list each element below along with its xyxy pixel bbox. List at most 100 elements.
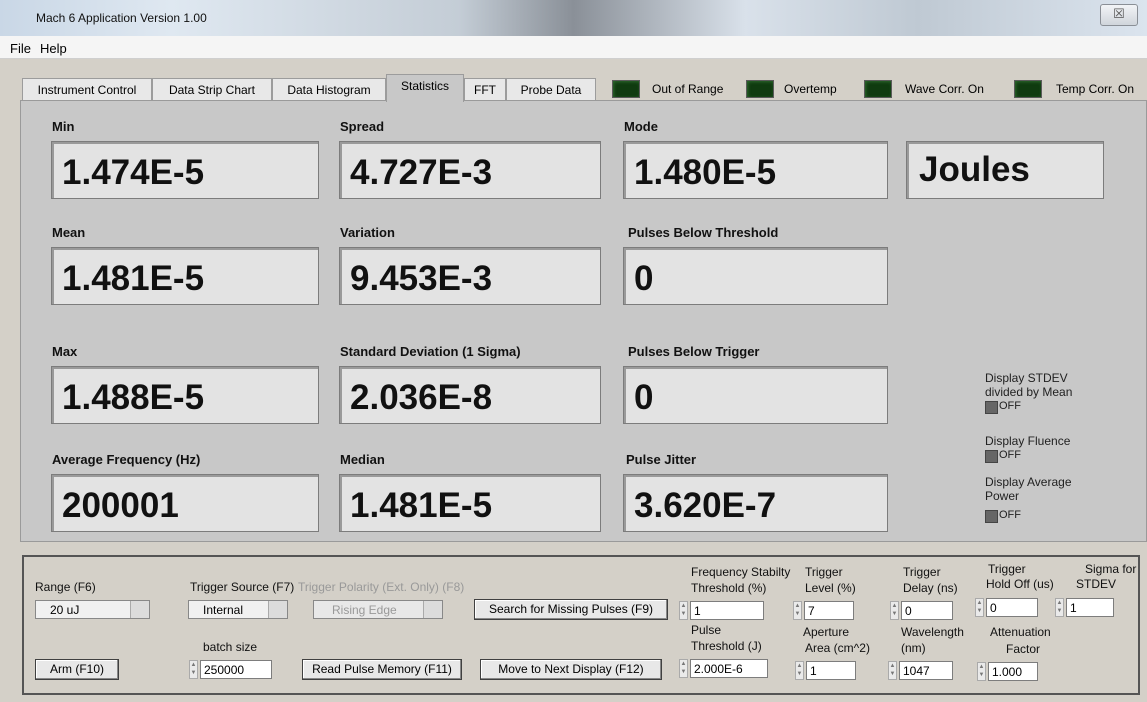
range-value: 20 uJ (50, 603, 80, 617)
tab-fft[interactable]: FFT (464, 78, 506, 101)
wave-corr-label: Wave Corr. On (905, 82, 984, 96)
aperture-area-spinner[interactable]: ▲ ▼ (795, 661, 804, 680)
max-value: 1.488E-5 (51, 366, 319, 424)
wavelength-label1: Wavelength (901, 625, 964, 639)
freq-stability-spinner[interactable]: ▲ ▼ (679, 601, 688, 620)
freq-stability-label1: Frequency Stabilty (691, 565, 791, 579)
menu-file[interactable]: File (10, 41, 31, 56)
trigger-holdoff-input[interactable]: 0 (986, 598, 1038, 617)
trigger-level-spinner[interactable]: ▲ ▼ (793, 601, 802, 620)
tab-data-histogram[interactable]: Data Histogram (272, 78, 386, 101)
trigger-level-label1: Trigger (805, 565, 843, 579)
pulses-below-threshold-label: Pulses Below Threshold (628, 225, 779, 240)
avg-frequency-value: 200001 (51, 474, 319, 532)
attenuation-spinner[interactable]: ▲ ▼ (977, 662, 986, 681)
pulse-threshold-label1: Pulse (691, 623, 722, 637)
read-pulse-memory-button[interactable]: Read Pulse Memory (F11) (302, 659, 462, 680)
sigma-input[interactable]: 1 (1066, 598, 1114, 617)
sigma-label1: Sigma for (1085, 562, 1137, 576)
stdev-mean-label2: divided by Mean (985, 385, 1073, 399)
min-value: 1.474E-5 (51, 141, 319, 199)
fluence-label: Display Fluence (985, 434, 1071, 448)
mean-value: 1.481E-5 (51, 247, 319, 305)
range-label: Range (F6) (35, 580, 96, 594)
tab-instrument-control[interactable]: Instrument Control (22, 78, 152, 101)
range-select[interactable]: 20 uJ (35, 600, 150, 619)
trigger-source-select[interactable]: Internal (188, 600, 288, 619)
trigger-delay-spinner[interactable]: ▲ ▼ (890, 601, 899, 620)
avg-power-toggle[interactable] (985, 510, 998, 523)
menu-help[interactable]: Help (40, 41, 67, 56)
variation-value: 9.453E-3 (339, 247, 601, 305)
search-missing-pulses-button[interactable]: Search for Missing Pulses (F9) (474, 599, 668, 620)
pulse-threshold-spinner[interactable]: ▲ ▼ (679, 659, 688, 678)
fluence-toggle[interactable] (985, 450, 998, 463)
units-display: Joules (906, 141, 1104, 199)
trigger-holdoff-spinner[interactable]: ▲ ▼ (975, 598, 984, 617)
trigger-delay-label1: Trigger (903, 565, 941, 579)
out-of-range-led (612, 80, 640, 98)
tab-data-strip-chart[interactable]: Data Strip Chart (152, 78, 272, 101)
batch-size-label: batch size (203, 640, 258, 654)
wavelength-spinner[interactable]: ▲ ▼ (888, 661, 897, 680)
sigma-spinner[interactable]: ▲ ▼ (1055, 598, 1064, 617)
pulses-below-threshold-value: 0 (623, 247, 888, 305)
temp-corr-label: Temp Corr. On (1056, 82, 1135, 96)
title-bar: Mach 6 Application Version 1.00 ☒ (0, 0, 1147, 36)
tab-probe-data[interactable]: Probe Data (506, 78, 596, 101)
trigger-holdoff-label2: Hold Off (us) (986, 577, 1054, 591)
close-button[interactable]: ☒ (1100, 4, 1138, 26)
trigger-polarity-select[interactable]: Rising Edge (313, 600, 443, 619)
trigger-level-label2: Level (%) (805, 581, 856, 595)
attenuation-input[interactable]: 1.000 (988, 662, 1038, 681)
min-label: Min (52, 119, 75, 134)
variation-label: Variation (340, 225, 395, 240)
wavelength-label2: (nm) (901, 641, 926, 655)
stdev-mean-label1: Display STDEV (985, 371, 1068, 385)
mean-label: Mean (52, 225, 86, 240)
stdev-mean-toggle[interactable] (985, 401, 998, 414)
mode-label: Mode (624, 119, 658, 134)
aperture-area-label1: Aperture (803, 625, 850, 639)
wavelength-input[interactable]: 1047 (899, 661, 953, 680)
pulse-threshold-label2: Threshold (J) (691, 639, 762, 653)
aperture-area-input[interactable]: 1 (806, 661, 856, 680)
batch-size-spinner[interactable]: ▲ ▼ (189, 660, 198, 679)
std-dev-label: Standard Deviation (1 Sigma) (340, 344, 521, 359)
median-value: 1.481E-5 (339, 474, 601, 532)
window-title: Mach 6 Application Version 1.00 (36, 11, 207, 25)
avg-power-label1: Display Average (985, 475, 1072, 489)
pulse-threshold-input[interactable]: 2.000E-6 (690, 659, 768, 678)
attenuation-label2: Factor (1006, 642, 1041, 656)
move-next-display-button[interactable]: Move to Next Display (F12) (480, 659, 662, 680)
trigger-delay-input[interactable]: 0 (901, 601, 953, 620)
batch-size-input[interactable]: 250000 (200, 660, 272, 679)
std-dev-value: 2.036E-8 (339, 366, 601, 424)
trigger-delay-label2: Delay (ns) (903, 581, 958, 595)
trigger-polarity-value: Rising Edge (332, 603, 397, 617)
pulse-jitter-label: Pulse Jitter (626, 452, 697, 467)
trigger-holdoff-label1: Trigger (988, 562, 1026, 576)
trigger-level-input[interactable]: 7 (804, 601, 854, 620)
freq-stability-label2: Threshold (%) (691, 581, 767, 595)
out-of-range-label: Out of Range (652, 82, 724, 96)
chevron-down-icon (268, 601, 287, 618)
overtemp-label: Overtemp (784, 82, 837, 96)
spread-value: 4.727E-3 (339, 141, 601, 199)
arm-button[interactable]: Arm (F10) (35, 659, 119, 680)
wave-corr-led (864, 80, 892, 98)
freq-stability-input[interactable]: 1 (690, 601, 764, 620)
pulses-below-trigger-value: 0 (623, 366, 888, 424)
pulse-jitter-value: 3.620E-7 (623, 474, 888, 532)
aperture-area-label2: Area (cm^2) (805, 641, 870, 655)
trigger-polarity-label: Trigger Polarity (Ext. Only) (F8) (298, 580, 465, 594)
median-label: Median (340, 452, 385, 467)
tab-statistics[interactable]: Statistics (386, 74, 464, 102)
menu-bar: File Help (0, 36, 1147, 59)
chevron-down-icon (423, 601, 442, 618)
attenuation-label1: Attenuation (990, 625, 1051, 639)
sigma-label2: STDEV (1076, 577, 1117, 591)
pulses-below-trigger-label: Pulses Below Trigger (628, 344, 760, 359)
mode-value: 1.480E-5 (623, 141, 888, 199)
spread-label: Spread (340, 119, 385, 134)
